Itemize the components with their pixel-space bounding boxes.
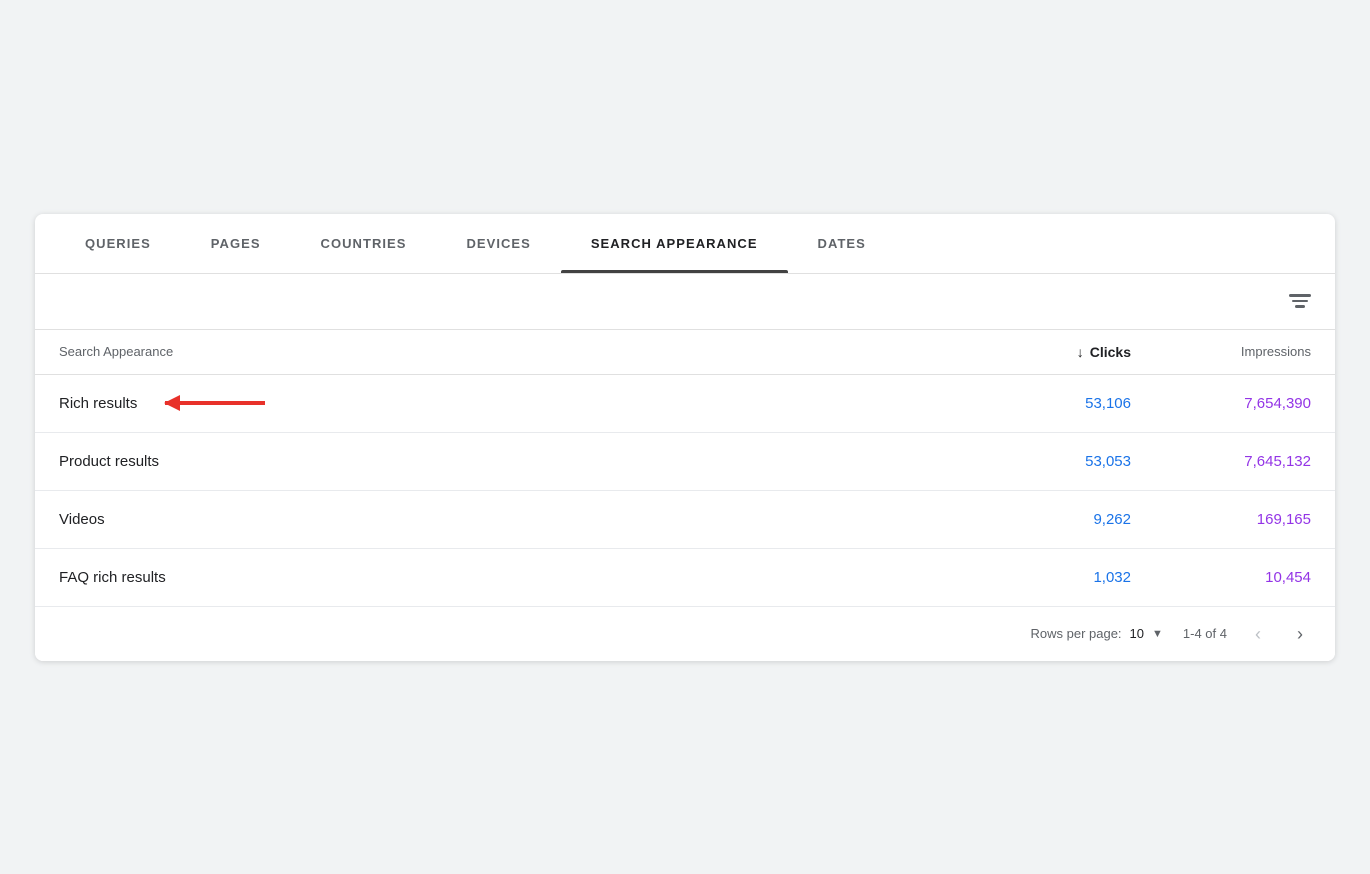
red-arrow-annotation <box>165 401 265 405</box>
table-row: FAQ rich results 1,032 10,454 <box>35 549 1335 607</box>
next-page-button[interactable]: › <box>1289 621 1311 647</box>
main-card: QUERIES PAGES COUNTRIES DEVICES SEARCH A… <box>35 214 1335 661</box>
row-impressions: 7,654,390 <box>1131 395 1311 412</box>
col-clicks-header[interactable]: ↓ Clicks <box>951 344 1131 360</box>
row-label: Videos <box>59 511 105 528</box>
red-arrow-line <box>165 401 265 405</box>
rows-per-page-control: Rows per page: 10 ▼ <box>1030 626 1162 641</box>
table-row: Product results 53,053 7,645,132 <box>35 433 1335 491</box>
col-impressions-header[interactable]: Impressions <box>1131 344 1311 359</box>
row-clicks: 9,262 <box>951 511 1131 528</box>
row-impressions: 7,645,132 <box>1131 453 1311 470</box>
row-impressions: 10,454 <box>1131 569 1311 586</box>
pagination-info: 1-4 of 4 <box>1183 626 1227 641</box>
tab-search-appearance[interactable]: SEARCH APPEARANCE <box>561 214 788 273</box>
row-label: Rich results <box>59 395 137 412</box>
tab-bar: QUERIES PAGES COUNTRIES DEVICES SEARCH A… <box>35 214 1335 274</box>
table-body: Rich results 53,106 7,654,390 Product re… <box>35 375 1335 607</box>
table-footer: Rows per page: 10 ▼ 1-4 of 4 ‹ › <box>35 607 1335 661</box>
tab-pages[interactable]: PAGES <box>181 214 291 273</box>
row-clicks: 1,032 <box>951 569 1131 586</box>
row-label: FAQ rich results <box>59 569 166 586</box>
row-impressions: 169,165 <box>1131 511 1311 528</box>
tab-devices[interactable]: DEVICES <box>436 214 560 273</box>
rows-dropdown-arrow-icon[interactable]: ▼ <box>1152 628 1163 640</box>
row-clicks: 53,053 <box>951 453 1131 470</box>
tab-dates[interactable]: DATES <box>788 214 896 273</box>
table-row: Rich results 53,106 7,654,390 <box>35 375 1335 433</box>
col-name-header: Search Appearance <box>59 344 951 359</box>
row-clicks: 53,106 <box>951 395 1131 412</box>
row-name: FAQ rich results <box>59 569 951 586</box>
tab-countries[interactable]: COUNTRIES <box>291 214 437 273</box>
row-name: Videos <box>59 511 951 528</box>
sort-arrow-icon: ↓ <box>1077 344 1084 360</box>
row-name: Product results <box>59 453 951 470</box>
row-label: Product results <box>59 453 159 470</box>
rows-per-page-label: Rows per page: <box>1030 626 1121 641</box>
table-header: Search Appearance ↓ Clicks Impressions <box>35 330 1335 375</box>
table-row: Videos 9,262 169,165 <box>35 491 1335 549</box>
prev-page-button[interactable]: ‹ <box>1247 621 1269 647</box>
row-name: Rich results <box>59 395 951 412</box>
toolbar-row <box>35 274 1335 330</box>
tab-queries[interactable]: QUERIES <box>55 214 181 273</box>
filter-icon[interactable] <box>1289 294 1311 308</box>
rows-per-page-value: 10 <box>1130 626 1144 641</box>
